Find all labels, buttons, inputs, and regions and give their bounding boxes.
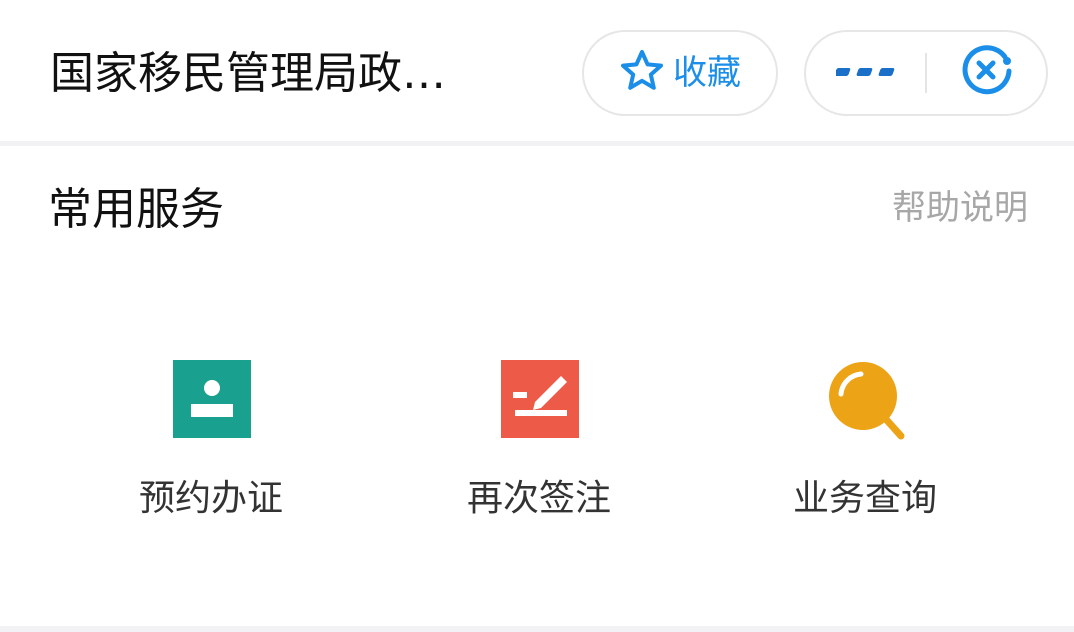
close-button[interactable] <box>928 32 1046 114</box>
more-button[interactable] <box>806 32 926 114</box>
favorite-button[interactable]: 收藏 <box>582 30 778 116</box>
help-link[interactable]: 帮助说明 <box>892 186 1028 230</box>
service-query[interactable]: 业务查询 <box>755 358 975 528</box>
capsule-divider <box>925 53 927 93</box>
app-title: 国家移民管理局政… <box>50 48 446 99</box>
magnifier-icon <box>827 358 907 442</box>
star-outline-icon <box>619 48 665 98</box>
close-circle-icon <box>959 43 1015 103</box>
sign-pen-icon <box>501 358 581 442</box>
id-card-icon <box>173 358 253 442</box>
more-dots-icon <box>834 64 896 83</box>
service-label: 再次签注 <box>466 478 611 519</box>
mini-program-capsule <box>804 30 1048 116</box>
section-divider <box>0 626 1074 632</box>
top-bar: 国家移民管理局政… 收藏 <box>0 0 1074 146</box>
favorite-label: 收藏 <box>673 53 741 93</box>
service-appointment[interactable]: 预约办证 <box>101 358 321 528</box>
service-label: 预约办证 <box>138 478 283 519</box>
section-title: 常用服务 <box>48 184 224 235</box>
service-label: 业务查询 <box>792 478 937 519</box>
service-endorsement[interactable]: 再次签注 <box>429 358 649 528</box>
